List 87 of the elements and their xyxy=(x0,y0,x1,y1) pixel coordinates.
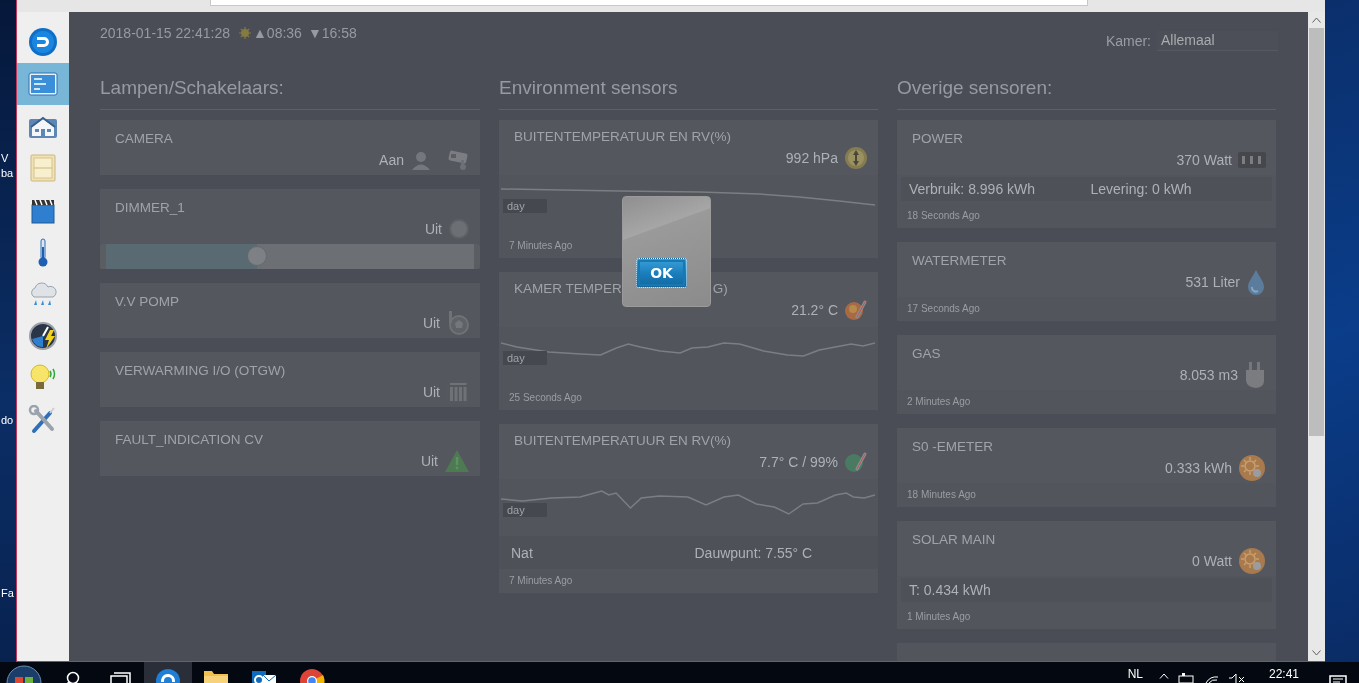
cctv-camera-icon xyxy=(446,148,470,172)
device-title: SOLAR MAIN xyxy=(912,532,996,547)
range-label[interactable]: day xyxy=(503,503,547,517)
wifi-icon[interactable] xyxy=(1204,673,1219,683)
detail-text: Verbruik: 8.996 kWh xyxy=(909,181,1037,197)
range-label[interactable]: day xyxy=(503,199,547,213)
thermometer-icon xyxy=(844,450,868,474)
counter-icon xyxy=(1238,152,1266,168)
device-title: GAS xyxy=(912,346,941,361)
logo-icon[interactable] xyxy=(28,27,58,57)
round-lamp-icon xyxy=(448,218,470,240)
scroll-up-icon[interactable] xyxy=(1312,17,1321,23)
last-update-text: 17 Seconds Ago xyxy=(907,303,981,315)
desktop-icon-label[interactable]: Fa xyxy=(1,586,14,600)
notification-icon[interactable] xyxy=(1329,673,1347,683)
device-title: WATERMETER xyxy=(912,253,1007,268)
dashboard-icon xyxy=(28,71,58,97)
device-title: BUITENTEMPERATUUR EN RV(%) xyxy=(514,129,731,145)
date-time: 2018-01-15 22:41:28 xyxy=(100,25,230,41)
device-title: CAMERA xyxy=(115,131,173,146)
tools-icon xyxy=(28,405,58,435)
device-title: G) xyxy=(712,281,728,297)
section-heading: Lampen/Schakelaars: xyxy=(100,77,480,110)
gauge-icon xyxy=(28,321,58,351)
section-heading: Overige sensoren: xyxy=(897,77,1276,110)
last-update-text: 1 Minutes Ago xyxy=(907,611,972,623)
status-text: Uit xyxy=(422,315,440,331)
device-title: FAULT_INDICATION CV xyxy=(115,432,264,447)
clock-text[interactable]: 22:41 xyxy=(1268,662,1299,681)
ok-button[interactable]: OK xyxy=(636,258,687,288)
last-update-text: 2 Minutes Ago xyxy=(907,396,972,408)
room-label: Kamer: xyxy=(1105,33,1151,49)
wall-switch-icon xyxy=(30,154,56,182)
status-text: Aan xyxy=(379,152,404,168)
detail-text: Levering: 0 kWh xyxy=(1090,181,1193,197)
device-title: DIMMER_1 xyxy=(115,200,185,215)
scroll-down-icon[interactable] xyxy=(1312,650,1321,656)
device-title: VERWARMING I/O (OTGW) xyxy=(115,363,286,378)
sensor-value: 531 Liter xyxy=(1185,274,1240,290)
sensor-value: 7.7° C / 99% xyxy=(759,454,838,470)
thermometer-icon xyxy=(844,298,868,322)
status-text: Uit xyxy=(420,453,438,469)
sensor-value: 0 Watt xyxy=(1192,553,1232,569)
sensor-value: 370 Watt xyxy=(1176,152,1232,168)
sensor-value: 0.333 kWh xyxy=(1165,460,1232,476)
last-update-text: 7 Minutes Ago xyxy=(509,240,574,252)
desktop-icon-label[interactable]: V xyxy=(1,151,9,165)
sunset-time: ▼16:58 xyxy=(307,25,357,41)
section-heading: Environment sensors xyxy=(499,77,878,110)
device-title: V.V POMP xyxy=(115,294,180,309)
battery-icon[interactable] xyxy=(1177,673,1196,683)
scrollbar-thumb[interactable] xyxy=(1309,28,1324,436)
device-title: POWER xyxy=(912,131,963,146)
last-update-text: 25 Seconds Ago xyxy=(509,392,583,404)
status-text: Uit xyxy=(424,221,442,237)
device-title: KAMER TEMPER xyxy=(514,281,622,297)
last-update-text: 18 Seconds Ago xyxy=(907,210,981,222)
last-update-text: 7 Minutes Ago xyxy=(509,575,574,587)
device-title: S0 -EMETER xyxy=(912,439,993,454)
room-select[interactable]: Allemaal xyxy=(1157,31,1278,51)
desktop-icon-label[interactable]: do xyxy=(1,413,14,427)
slider-track[interactable] xyxy=(100,244,480,269)
detail-text: Nat xyxy=(511,544,534,561)
chevron-icon[interactable] xyxy=(1158,673,1169,679)
detail-text: T: 0.434 kWh xyxy=(909,582,992,598)
barometer-icon xyxy=(844,146,868,170)
taskbar-button[interactable] xyxy=(144,662,192,683)
sensor-value: 21.2° C xyxy=(791,302,838,318)
detail-text: Dauwpunt: 7.55° C xyxy=(694,544,814,561)
rain-cloud-icon xyxy=(28,280,58,308)
warning-icon xyxy=(444,449,470,473)
device-title: BUITENTEMPERATUUR EN RV(%) xyxy=(514,433,731,449)
sensor-value: 992 hPa xyxy=(785,150,838,166)
sun-icon xyxy=(1238,547,1266,575)
plug-icon xyxy=(1244,361,1266,389)
last-update-text: 18 Minutes Ago xyxy=(907,489,977,501)
sun-icon xyxy=(239,27,251,39)
status-text: Uit xyxy=(422,384,440,400)
desktop-icon-label[interactable]: ba xyxy=(1,166,14,180)
language-indicator[interactable]: NL xyxy=(1127,662,1143,681)
sun-icon xyxy=(1238,454,1266,482)
water-drop-icon xyxy=(1246,269,1266,295)
user-icon xyxy=(410,149,432,171)
range-label[interactable]: day xyxy=(503,351,547,365)
speaker-muted-icon[interactable] xyxy=(1227,673,1246,683)
sunrise-time: ▲08:36 xyxy=(253,25,302,41)
sensor-value: 8.053 m3 xyxy=(1179,367,1238,383)
